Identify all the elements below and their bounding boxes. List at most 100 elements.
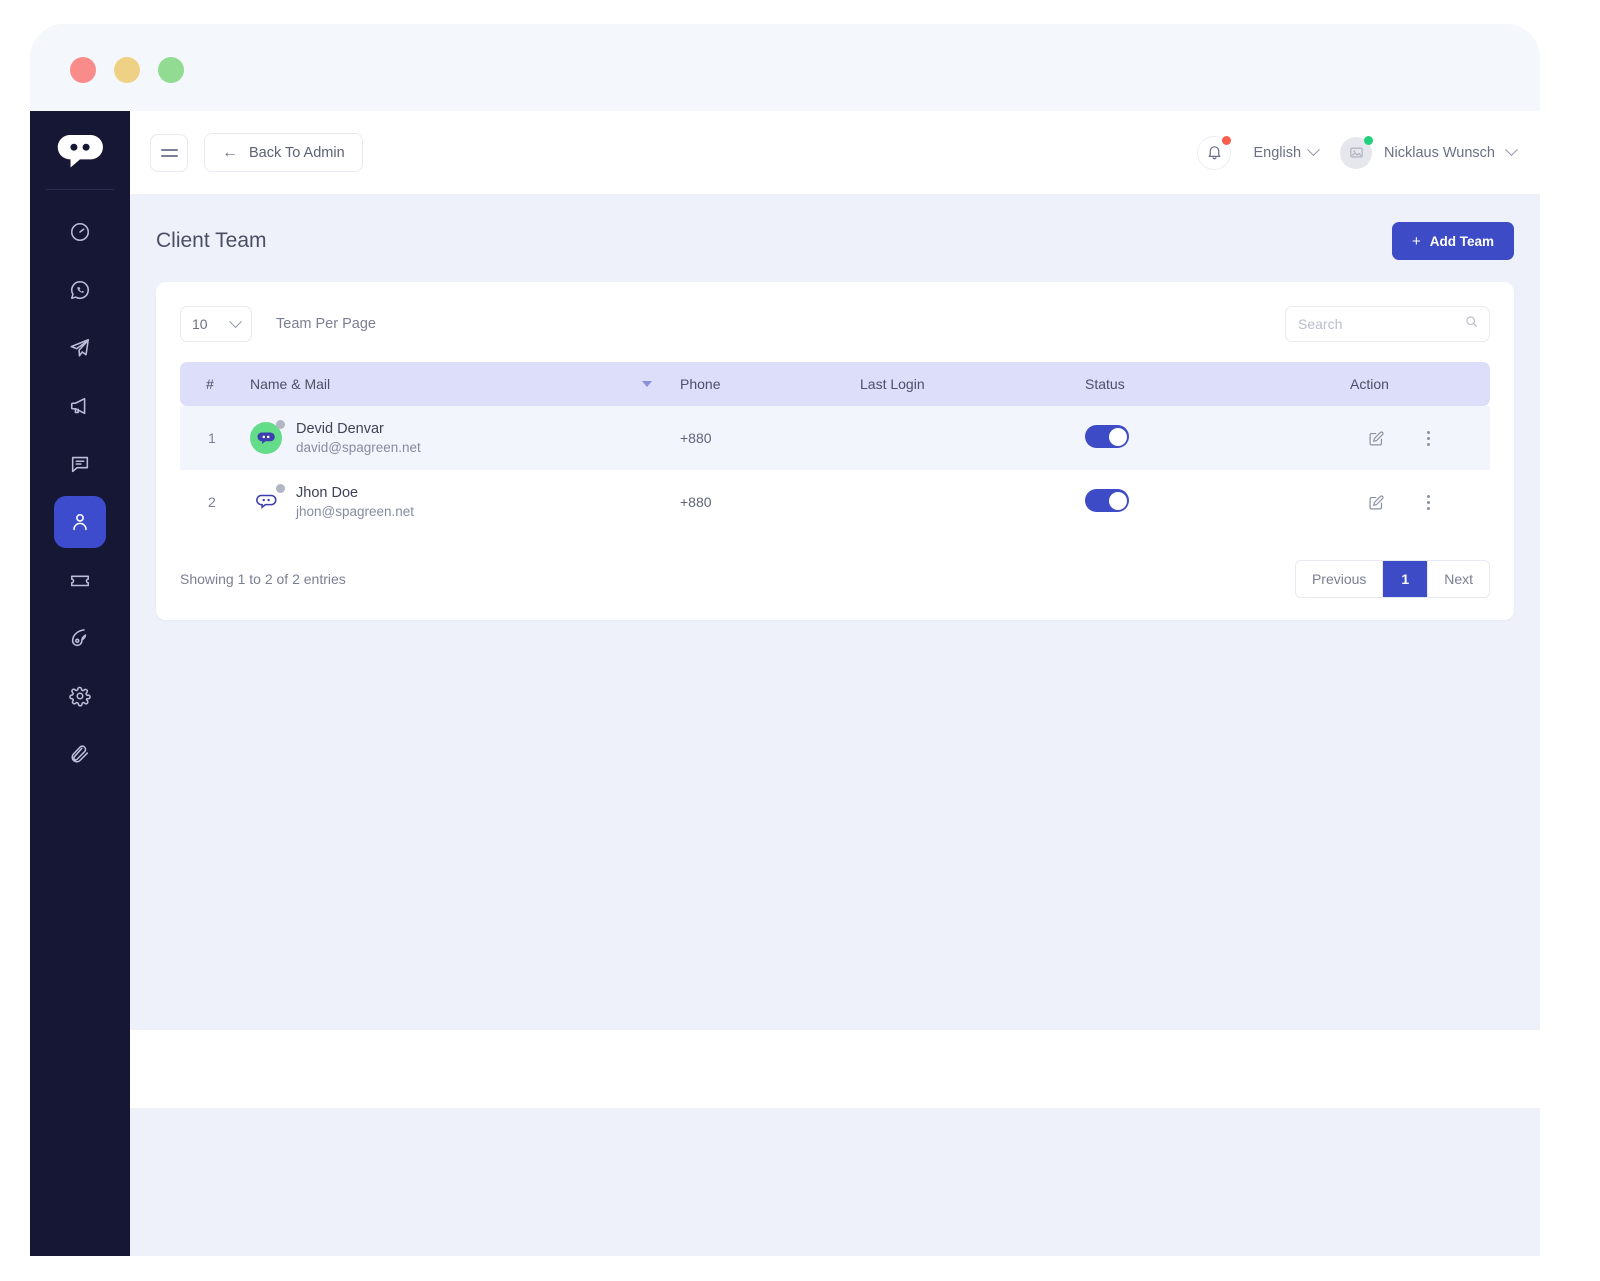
entries-info: Showing 1 to 2 of 2 entries [180,571,346,587]
offline-status-dot [276,420,285,429]
row-more-options-button[interactable] [1421,491,1436,514]
menu-toggle-icon[interactable] [150,133,188,172]
sidebar-divider [46,189,114,190]
column-header-last-login: Last Login [860,376,925,392]
avatar [250,420,285,454]
sidebar-item-dashboard[interactable] [54,206,106,258]
row-number: 2 [208,494,216,510]
pagination-page-1[interactable]: 1 [1383,561,1429,597]
sidebar-item-design[interactable] [54,612,106,664]
avatar [250,484,285,518]
bot-avatar-icon [256,494,277,509]
table-footer: Showing 1 to 2 of 2 entries Previous 1 N… [180,560,1490,598]
sidebar [30,111,130,1256]
maximize-window-button[interactable] [158,57,184,83]
row-mail: david@spagreen.net [296,440,421,455]
add-team-button[interactable]: + Add Team [1391,222,1514,260]
search-icon[interactable] [1465,315,1478,333]
topbar: ← Back To Admin English Nicklaus Wunsch [130,111,1540,194]
edit-row-button[interactable] [1368,494,1385,511]
chevron-down-icon [1307,143,1320,157]
sidebar-item-team[interactable] [54,496,106,548]
sidebar-nav-list [30,206,130,780]
page-body: Client Team + Add Team 10 Team Per Page [130,194,1540,620]
window-titlebar [30,24,1540,114]
pagination-previous[interactable]: Previous [1295,561,1384,597]
bot-avatar-icon [257,431,275,444]
sidebar-item-telegram[interactable] [54,322,106,374]
add-team-label: Add Team [1429,233,1494,249]
user-menu[interactable]: Nicklaus Wunsch [1340,135,1518,169]
online-status-dot [1364,135,1374,145]
row-phone: +880 [680,494,712,510]
plus-icon: + [1411,232,1421,250]
per-page-value: 10 [192,316,208,332]
notification-badge-dot [1222,135,1232,145]
table-header-row: # Name & Mail Phone Last Login Status Ac… [180,362,1490,406]
table-row: 2 Jhon Doe jhon@spagreen.net +880 [180,470,1490,534]
column-header-num: # [206,376,214,392]
table-controls: 10 Team Per Page [180,306,1490,342]
sort-descending-icon[interactable] [642,381,652,387]
row-last-login [860,470,1085,534]
chevron-down-icon [1505,143,1518,157]
column-header-action: Action [1350,376,1389,392]
content-spacer-white [130,1030,1540,1108]
table-head: # Name & Mail Phone Last Login Status Ac… [180,362,1490,406]
app-window: ← Back To Admin English Nicklaus Wunsch … [30,24,1540,1256]
offline-status-dot [276,484,285,493]
team-table-card: 10 Team Per Page Search # Name & Mail Ph… [156,282,1514,620]
table-body: 1 Devid Denvar david@spagreen.net +880 2… [180,406,1490,534]
search-box[interactable] [1285,306,1490,342]
sidebar-item-whatsapp[interactable] [54,264,106,316]
row-phone: +880 [680,430,712,446]
back-to-admin-label: Back To Admin [249,144,345,161]
language-label: English [1253,144,1302,161]
column-header-name: Name & Mail [250,362,680,406]
close-window-button[interactable] [70,57,96,83]
row-name: Devid Denvar [296,421,384,437]
notifications-button[interactable] [1197,135,1232,170]
row-actions [1350,470,1490,534]
per-page-select[interactable]: 10 [180,306,252,342]
row-last-login [860,406,1085,470]
status-toggle[interactable] [1085,425,1129,448]
row-name-mail: Devid Denvar david@spagreen.net [250,406,680,470]
sidebar-item-tickets[interactable] [54,554,106,606]
bell-icon [1208,146,1221,160]
language-selector[interactable]: English [1253,143,1320,161]
sidebar-item-settings[interactable] [54,670,106,722]
minimize-window-button[interactable] [114,57,140,83]
row-status [1085,470,1350,534]
status-toggle[interactable] [1085,489,1129,512]
page-title: Client Team [156,229,267,252]
row-name: Jhon Doe [296,485,359,501]
back-to-admin-button[interactable]: ← Back To Admin [204,133,363,172]
row-mail: jhon@spagreen.net [296,504,415,519]
column-header-status: Status [1085,376,1125,392]
edit-square-icon [1369,430,1384,445]
sidebar-item-messages[interactable] [54,438,106,490]
team-table: # Name & Mail Phone Last Login Status Ac… [180,362,1490,534]
traffic-lights [70,57,184,83]
row-actions [1350,406,1490,470]
search-input[interactable] [1298,316,1477,332]
edit-row-button[interactable] [1368,430,1385,447]
column-header-name-label: Name & Mail [250,376,331,392]
content-spacer-grey [130,1108,1540,1256]
column-header-phone: Phone [680,376,721,392]
arrow-left-icon: ← [222,143,238,161]
chevron-down-icon [229,314,242,328]
brand-logo-icon[interactable] [53,129,107,173]
pagination-next[interactable]: Next [1428,561,1489,597]
user-name-label: Nicklaus Wunsch [1384,144,1495,161]
row-more-options-button[interactable] [1421,427,1436,450]
sidebar-item-campaign[interactable] [54,380,106,432]
pagination: Previous 1 Next [1294,560,1490,598]
table-row: 1 Devid Denvar david@spagreen.net +880 [180,406,1490,470]
edit-square-icon [1369,494,1384,509]
row-number: 1 [208,430,216,446]
page-header: Client Team + Add Team [156,222,1514,260]
per-page-label: Team Per Page [276,316,376,332]
sidebar-item-attachments[interactable] [54,728,106,780]
